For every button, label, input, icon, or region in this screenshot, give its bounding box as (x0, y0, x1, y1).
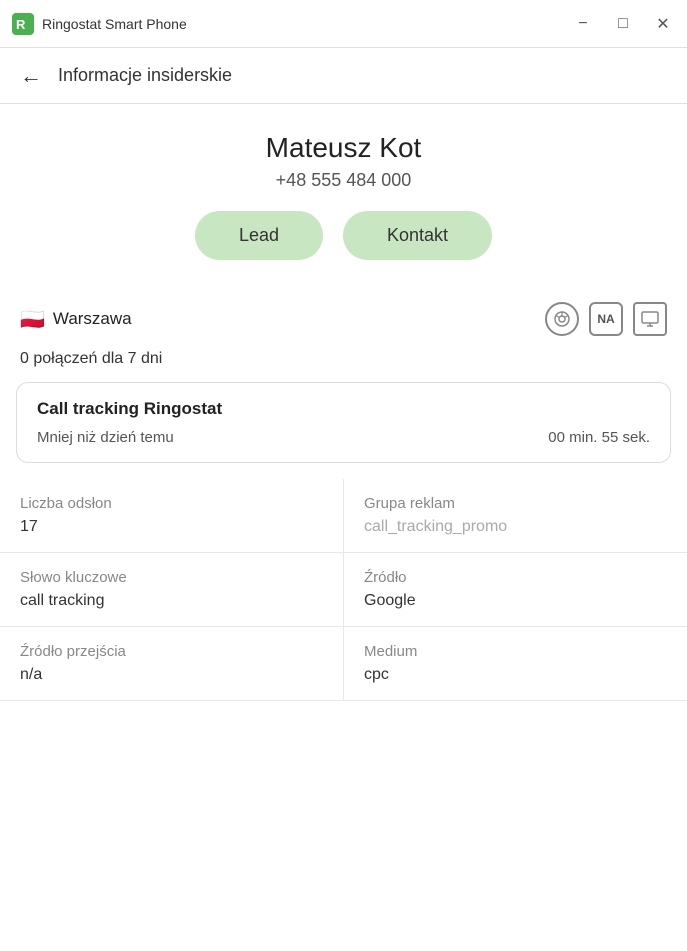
contact-section: Mateusz Kot +48 555 484 000 Lead Kontakt (0, 104, 687, 288)
app-logo-icon: R (12, 13, 34, 35)
contact-button[interactable]: Kontakt (343, 211, 492, 260)
close-button[interactable]: ✕ (651, 12, 675, 36)
svg-text:R: R (16, 17, 26, 32)
stats-row-2: Słowo kluczowe call tracking Źródło Goog… (0, 553, 687, 627)
card-duration: 00 min. 55 sek. (548, 429, 650, 446)
chrome-icon (545, 302, 579, 336)
stat-col-keyword: Słowo kluczowe call tracking (0, 553, 344, 626)
keyword-value: call tracking (20, 592, 323, 610)
city-info: 🇵🇱 Warszawa (20, 307, 132, 332)
flag-icon: 🇵🇱 (20, 307, 45, 332)
stat-col-medium: Medium cpc (344, 627, 687, 700)
lead-button[interactable]: Lead (195, 211, 323, 260)
na-badge: NA (589, 302, 623, 336)
adgroup-value: call_tracking_promo (364, 518, 667, 536)
medium-label: Medium (364, 643, 667, 660)
stat-col-views: Liczba odsłon 17 (0, 479, 344, 552)
app-title: Ringostat Smart Phone (42, 16, 187, 32)
adgroup-label: Grupa reklam (364, 495, 667, 512)
back-button[interactable]: ← (20, 63, 42, 89)
views-label: Liczba odsłon (20, 495, 323, 512)
views-value: 17 (20, 518, 323, 536)
medium-value: cpc (364, 666, 667, 684)
city-name: Warszawa (53, 309, 132, 329)
stat-col-source: Źródło Google (344, 553, 687, 626)
keyword-label: Słowo kluczowe (20, 569, 323, 586)
minimize-button[interactable]: − (571, 12, 595, 36)
stats-row-1: Liczba odsłon 17 Grupa reklam call_track… (0, 479, 687, 553)
monitor-icon (633, 302, 667, 336)
card-time-label: Mniej niż dzień temu (37, 429, 174, 446)
sub-header: ← Informacje insiderskie (0, 48, 687, 104)
stat-col-adgroup: Grupa reklam call_tracking_promo (344, 479, 687, 552)
window-controls: − □ ✕ (571, 12, 675, 36)
info-row: 🇵🇱 Warszawa NA (0, 292, 687, 346)
stats-section: Liczba odsłon 17 Grupa reklam call_track… (0, 479, 687, 701)
action-buttons: Lead Kontakt (20, 211, 667, 260)
contact-phone: +48 555 484 000 (20, 170, 667, 191)
card-title: Call tracking Ringostat (37, 399, 650, 419)
card-row: Mniej niż dzień temu 00 min. 55 sek. (37, 429, 650, 446)
title-bar-left: R Ringostat Smart Phone (12, 13, 187, 35)
connection-count: 0 połączeń dla 7 dni (0, 346, 687, 382)
referer-label: Źródło przejścia (20, 643, 323, 660)
referer-value: n/a (20, 666, 323, 684)
main-content: Mateusz Kot +48 555 484 000 Lead Kontakt… (0, 104, 687, 951)
maximize-button[interactable]: □ (611, 12, 635, 36)
na-badge-text: NA (597, 312, 614, 326)
icon-group: NA (545, 302, 667, 336)
source-label: Źródło (364, 569, 667, 586)
source-value: Google (364, 592, 667, 610)
stats-row-3: Źródło przejścia n/a Medium cpc (0, 627, 687, 701)
stat-col-referer: Źródło przejścia n/a (0, 627, 344, 700)
call-tracking-card: Call tracking Ringostat Mniej niż dzień … (16, 382, 671, 463)
sub-header-title: Informacje insiderskie (58, 65, 232, 86)
contact-name: Mateusz Kot (20, 132, 667, 164)
title-bar: R Ringostat Smart Phone − □ ✕ (0, 0, 687, 48)
